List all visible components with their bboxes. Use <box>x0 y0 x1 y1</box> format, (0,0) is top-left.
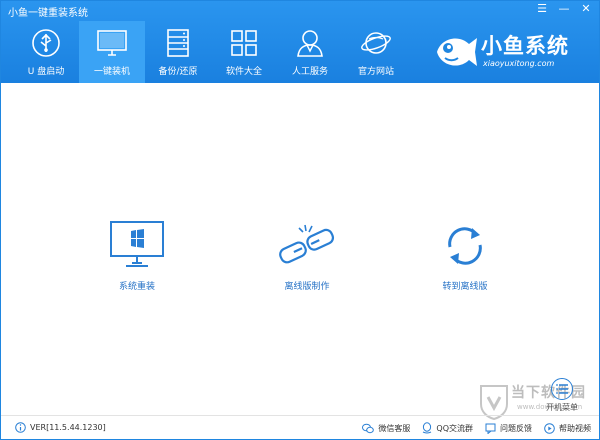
app-window: 小鱼一键重装系统 ☰ — ✕ U 盘启动 一键装机 备份/还原 软件大全 人工服… <box>0 0 600 440</box>
nav-label: 备份/还原 <box>158 67 198 77</box>
help-video-link[interactable]: 帮助视频 <box>544 422 591 434</box>
boot-menu-button[interactable]: 开机菜单 <box>540 378 584 413</box>
chain-link-icon <box>275 215 339 271</box>
window-controls: ☰ — ✕ <box>535 2 593 16</box>
minimize-button[interactable]: — <box>557 2 571 16</box>
list-icon <box>551 378 573 400</box>
fish-logo-icon <box>437 38 477 66</box>
feedback-icon <box>485 423 496 434</box>
header-bar: 小鱼一键重装系统 ☰ — ✕ U 盘启动 一键装机 备份/还原 软件大全 人工服… <box>1 1 599 83</box>
version-text: VER[11.5.44.1230] <box>30 423 106 432</box>
wechat-icon <box>362 423 375 433</box>
nav-label: 软件大全 <box>225 67 262 77</box>
info-icon <box>15 422 26 433</box>
link-label: 帮助视频 <box>559 423 591 433</box>
feedback-link[interactable]: 问题反馈 <box>485 422 532 434</box>
monitor-icon <box>96 27 128 59</box>
brand-logo: 小鱼系统 xiaoyuxitong.com <box>433 28 593 78</box>
qq-group-link[interactable]: QQ交流群 <box>422 422 473 434</box>
nav-official-site[interactable]: 官方网站 <box>343 21 409 83</box>
refresh-icon <box>438 215 492 271</box>
link-label: 微信客服 <box>378 423 411 433</box>
link-label: 问题反馈 <box>500 423 532 433</box>
boot-menu-label: 开机菜单 <box>546 403 578 412</box>
nav-label: 一键装机 <box>93 67 130 77</box>
status-bar: VER[11.5.44.1230] 微信客服 QQ交流群 问题反馈 帮助视频 <box>1 415 599 439</box>
feature-label: 系统重装 <box>118 282 155 292</box>
nav-one-click-install[interactable]: 一键装机 <box>79 21 145 83</box>
server-icon <box>162 27 194 59</box>
nav-software[interactable]: 软件大全 <box>211 21 277 83</box>
feature-offline-make[interactable]: 离线版制作 <box>247 215 367 292</box>
planet-icon <box>360 27 392 59</box>
brand-url: xiaoyuxitong.com <box>483 59 555 68</box>
nav-backup-restore[interactable]: 备份/还原 <box>145 21 211 83</box>
version-info: VER[11.5.44.1230] <box>15 422 106 433</box>
nav-label: 官方网站 <box>357 67 394 77</box>
usb-icon <box>30 27 62 59</box>
qq-icon <box>423 422 432 434</box>
nav-label: U 盘启动 <box>27 67 65 77</box>
nav-usb-boot[interactable]: U 盘启动 <box>13 21 79 83</box>
windows-monitor-icon <box>108 215 166 271</box>
help-video-icon <box>544 422 555 434</box>
feature-label: 转到离线版 <box>442 282 488 292</box>
window-title: 小鱼一键重装系统 <box>8 8 88 19</box>
feature-system-reinstall[interactable]: 系统重装 <box>77 215 197 292</box>
footer-links: 微信客服 QQ交流群 问题反馈 帮助视频 <box>362 422 591 434</box>
close-button[interactable]: ✕ <box>579 2 593 16</box>
grid-apps-icon <box>228 27 260 59</box>
link-label: QQ交流群 <box>436 423 473 433</box>
user-service-icon <box>294 27 326 59</box>
wechat-support-link[interactable]: 微信客服 <box>362 422 410 434</box>
menu-button[interactable]: ☰ <box>535 2 549 16</box>
feature-label: 离线版制作 <box>284 282 330 292</box>
main-nav: U 盘启动 一键装机 备份/还原 软件大全 人工服务 官方网站 <box>13 21 409 83</box>
nav-human-service[interactable]: 人工服务 <box>277 21 343 83</box>
brand-name: 小鱼系统 <box>481 34 569 58</box>
feature-switch-offline[interactable]: 转到离线版 <box>405 215 525 292</box>
nav-label: 人工服务 <box>291 67 328 77</box>
